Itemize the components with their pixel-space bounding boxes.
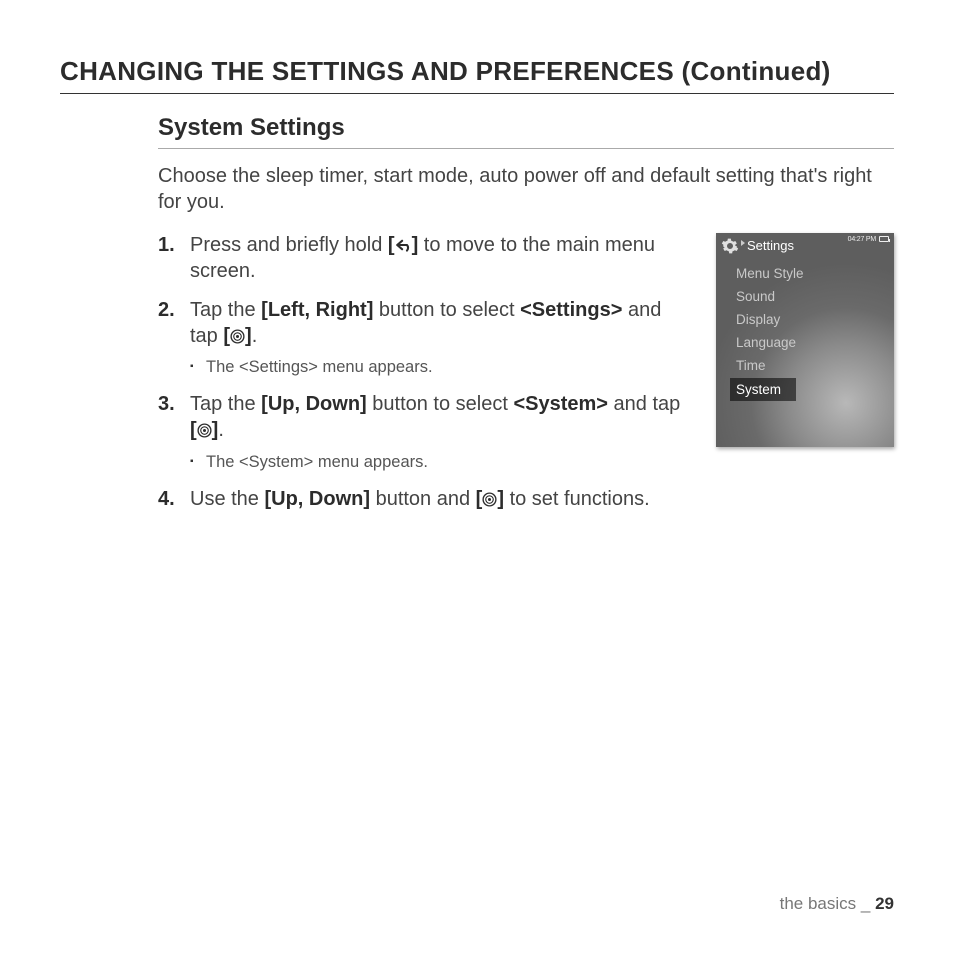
- step-number: 1.: [158, 233, 175, 259]
- device-menu-item: Menu Style: [734, 262, 894, 285]
- bold-text: [Up, Down]: [261, 393, 367, 415]
- battery-icon: [879, 236, 889, 242]
- page-title: CHANGING THE SETTINGS AND PREFERENCES (C…: [60, 56, 894, 94]
- select-button-icon: [230, 325, 245, 347]
- device-menu-item-selected: System: [730, 378, 796, 401]
- device-menu-item: Display: [734, 308, 894, 331]
- step-number: 4.: [158, 487, 175, 513]
- step-text: to set functions.: [504, 488, 650, 510]
- step-1: 1. Press and briefly hold [] to move to …: [158, 233, 689, 284]
- step-2: 2. Tap the [Left, Right] button to selec…: [158, 298, 689, 378]
- step-text: .: [218, 419, 224, 441]
- footer-section: the basics: [780, 894, 857, 913]
- page-footer: the basics _ 29: [780, 894, 894, 914]
- step-text: Press and briefly hold: [190, 234, 388, 256]
- gear-icon: [721, 237, 739, 255]
- bold-text: [Left, Right]: [261, 299, 373, 321]
- chevron-right-icon: [741, 240, 745, 246]
- device-menu-item: Time: [734, 355, 894, 378]
- bold-text: ]: [245, 325, 252, 347]
- select-button-icon: [197, 419, 212, 441]
- step-text: Tap the: [190, 393, 261, 415]
- footer-sep: _: [856, 894, 875, 913]
- bold-text: <System>: [513, 393, 608, 415]
- step-text: Use the: [190, 488, 264, 510]
- bold-text: ]: [497, 488, 504, 510]
- bold-text: [: [388, 234, 395, 256]
- bold-text: [: [190, 419, 197, 441]
- step-text: button to select: [373, 299, 520, 321]
- subheading: System Settings: [158, 114, 894, 149]
- sub-note: The <Settings> menu appears.: [190, 357, 689, 378]
- step-text: button to select: [367, 393, 514, 415]
- step-4: 4. Use the [Up, Down] button and [] to s…: [158, 487, 689, 513]
- bold-text: <Settings>: [520, 299, 622, 321]
- device-screenshot: Settings 04:27 PM Menu Style Sound Displ…: [716, 233, 894, 447]
- device-header: Settings 04:27 PM: [716, 233, 894, 258]
- select-button-icon: [482, 488, 497, 510]
- device-menu-item: Sound: [734, 285, 894, 308]
- step-text: .: [252, 325, 258, 347]
- page-number: 29: [875, 894, 894, 913]
- device-clock: 04:27 PM: [848, 236, 876, 243]
- back-icon: [395, 234, 412, 256]
- sub-note: The <System> menu appears.: [190, 452, 689, 473]
- device-menu: Menu Style Sound Display Language Time S…: [716, 258, 894, 401]
- step-text: button and: [370, 488, 476, 510]
- step-text: and tap: [608, 393, 680, 415]
- step-number: 2.: [158, 298, 175, 324]
- device-screen-title: Settings: [747, 238, 794, 253]
- device-menu-item: Language: [734, 332, 894, 355]
- step-3: 3. Tap the [Up, Down] button to select <…: [158, 392, 689, 472]
- content-area: System Settings Choose the sleep timer, …: [158, 114, 894, 512]
- bold-text: [Up, Down]: [264, 488, 370, 510]
- step-text: Tap the: [190, 299, 261, 321]
- step-number: 3.: [158, 392, 175, 418]
- intro-text: Choose the sleep timer, start mode, auto…: [158, 163, 894, 215]
